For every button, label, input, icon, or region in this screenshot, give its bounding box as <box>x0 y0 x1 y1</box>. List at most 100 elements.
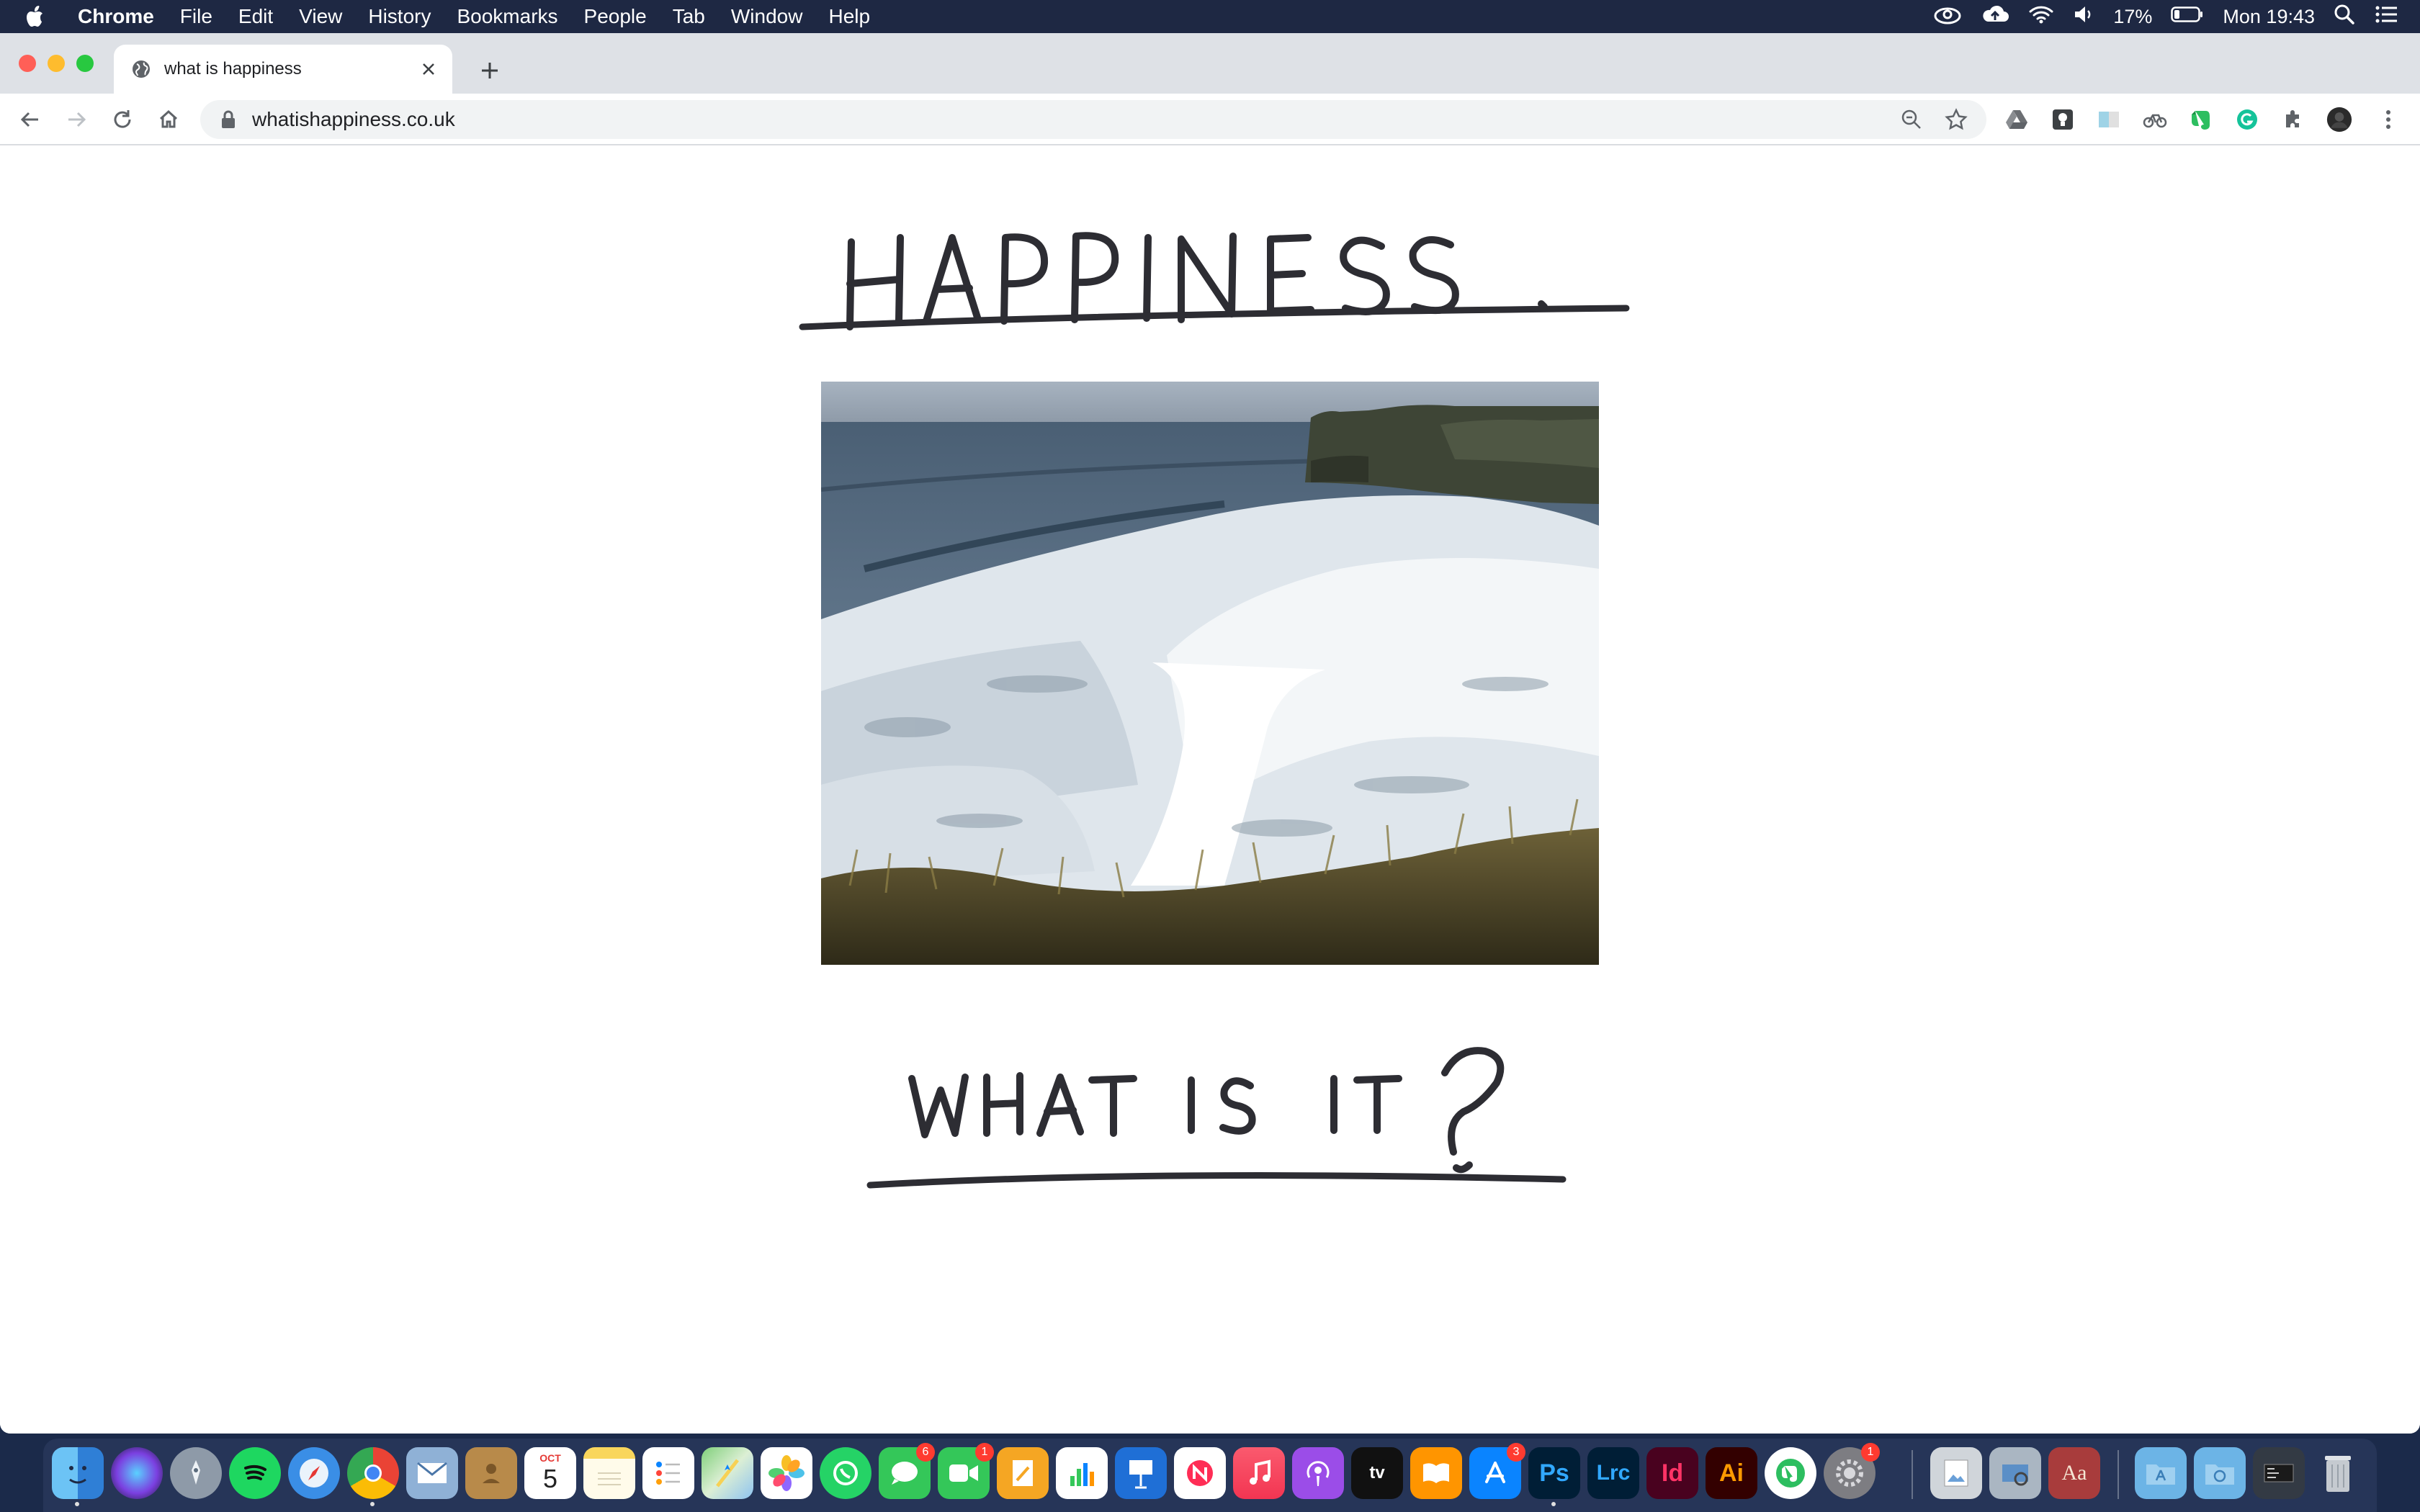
globe-icon <box>131 59 151 79</box>
dock-applications-folder-icon[interactable] <box>2135 1447 2187 1499</box>
dock-music-icon[interactable] <box>1233 1447 1285 1499</box>
minimize-window-button[interactable] <box>48 55 65 72</box>
dock-preview-icon[interactable] <box>1930 1447 1982 1499</box>
menu-bar: Chrome File Edit View History Bookmarks … <box>0 0 2420 33</box>
bookmark-star-icon[interactable] <box>1942 105 1971 134</box>
dictionary-label: Aa <box>2061 1461 2087 1485</box>
messages-badge: 6 <box>916 1443 935 1462</box>
dock-podcasts-icon[interactable] <box>1292 1447 1344 1499</box>
hero-image <box>821 382 1599 965</box>
wifi-icon[interactable] <box>2028 4 2054 30</box>
dock-reminders-icon[interactable] <box>642 1447 694 1499</box>
dock-books-icon[interactable] <box>1410 1447 1462 1499</box>
dock-downloads-folder-icon[interactable] <box>2194 1447 2246 1499</box>
dock-photoshop-icon[interactable]: Ps <box>1528 1447 1580 1506</box>
dock-lightroom-classic-icon[interactable]: Lrc <box>1587 1447 1639 1499</box>
dock-news-icon[interactable] <box>1174 1447 1226 1499</box>
dock-launchpad-icon[interactable] <box>170 1447 222 1499</box>
control-center-icon[interactable] <box>2374 4 2398 30</box>
menu-file[interactable]: File <box>180 5 212 28</box>
google-drive-icon[interactable] <box>2004 107 2030 132</box>
dock-siri-icon[interactable] <box>111 1447 163 1499</box>
menu-window[interactable]: Window <box>731 5 803 28</box>
tv-label: tv <box>1369 1463 1385 1482</box>
tab-strip: what is happiness <box>0 33 2420 94</box>
dock-mail-icon[interactable] <box>406 1447 458 1499</box>
dock-chrome-icon[interactable] <box>347 1447 399 1506</box>
page-subheading <box>857 1011 1592 1198</box>
tab-title: what is happiness <box>164 59 302 78</box>
dock-tv-icon[interactable]: tv <box>1351 1447 1403 1499</box>
menu-bookmarks[interactable]: Bookmarks <box>457 5 557 28</box>
creative-cloud-icon[interactable] <box>1933 4 1962 30</box>
system-preferences-badge: 1 <box>1861 1443 1880 1462</box>
dock-whatsapp-icon[interactable] <box>820 1447 871 1499</box>
calendar-month: OCT <box>539 1452 561 1464</box>
grammarly-icon[interactable] <box>2234 107 2260 132</box>
address-bar[interactable]: whatishappiness.co.uk <box>200 100 1986 139</box>
menu-people[interactable]: People <box>584 5 647 28</box>
what-is-it-handwritten-subtitle <box>866 1047 1567 1189</box>
dock-illustrator-icon[interactable]: Ai <box>1706 1447 1757 1499</box>
dock-app-store-icon[interactable]: 3 <box>1469 1443 1525 1499</box>
lightroom-label: Lrc <box>1596 1461 1631 1485</box>
volume-icon[interactable] <box>2073 4 2094 30</box>
dock-screenshots-stack-icon[interactable] <box>2253 1447 2305 1499</box>
dock-system-preferences-icon[interactable]: 1 <box>1824 1443 1880 1499</box>
clock[interactable]: Mon 19:43 <box>2223 6 2315 28</box>
profile-avatar-icon[interactable] <box>2326 107 2352 132</box>
dock-notes-icon[interactable] <box>583 1447 635 1499</box>
dock-spotify-icon[interactable] <box>229 1447 281 1499</box>
extensions-puzzle-icon[interactable] <box>2280 107 2306 132</box>
battery-icon[interactable] <box>2171 5 2204 28</box>
menu-edit[interactable]: Edit <box>238 5 273 28</box>
dock-messages-icon[interactable]: 6 <box>879 1443 935 1499</box>
menu-help[interactable]: Help <box>828 5 870 28</box>
dock-pages-icon[interactable] <box>997 1447 1049 1499</box>
dock-safari-icon[interactable] <box>288 1447 340 1499</box>
dock-image-capture-icon[interactable] <box>1989 1447 2041 1499</box>
home-icon[interactable] <box>154 105 183 134</box>
lightbulb-extension-icon[interactable] <box>2050 107 2076 132</box>
dock-numbers-icon[interactable] <box>1056 1447 1108 1499</box>
menu-history[interactable]: History <box>368 5 431 28</box>
tab-active[interactable]: what is happiness <box>114 45 452 94</box>
dock-indesign-icon[interactable]: Id <box>1646 1447 1698 1499</box>
evernote-icon[interactable] <box>2188 107 2214 132</box>
lock-icon[interactable] <box>220 110 236 129</box>
happiness-handwritten-title <box>799 232 1630 330</box>
image-extension-icon[interactable] <box>2096 107 2122 132</box>
url-text[interactable]: whatishappiness.co.uk <box>252 108 1897 131</box>
dock-calendar-icon[interactable]: OCT 5 <box>524 1447 576 1499</box>
back-icon[interactable] <box>16 105 45 134</box>
upload-icon[interactable] <box>1981 4 2009 30</box>
menu-view[interactable]: View <box>299 5 342 28</box>
calendar-day: 5 <box>542 1464 558 1493</box>
dock-trash-icon[interactable] <box>2312 1447 2364 1499</box>
zoom-icon[interactable] <box>1897 105 1926 134</box>
dock-facetime-icon[interactable]: 1 <box>938 1443 994 1499</box>
apple-menu-icon[interactable] <box>26 0 62 33</box>
battery-percent: 17% <box>2113 5 2153 27</box>
bike-extension-icon[interactable] <box>2142 107 2168 132</box>
menu-kebab-icon[interactable] <box>2375 107 2401 132</box>
new-tab-icon[interactable] <box>475 56 504 85</box>
dock-keynote-icon[interactable] <box>1115 1447 1167 1499</box>
dock-finder-icon[interactable] <box>52 1447 104 1506</box>
reload-icon[interactable] <box>108 105 137 134</box>
forward-icon[interactable] <box>62 105 91 134</box>
photoshop-label: Ps <box>1539 1459 1569 1487</box>
dock-contacts-icon[interactable] <box>465 1447 517 1499</box>
close-tab-icon[interactable] <box>418 58 439 80</box>
fullscreen-window-button[interactable] <box>76 55 94 72</box>
close-window-button[interactable] <box>19 55 36 72</box>
dock-dictionary-icon[interactable]: Aa <box>2048 1447 2100 1499</box>
dock: OCT 5 6 1 tv 3 Ps Lrc Id Ai 1 Aa <box>43 1439 2377 1512</box>
indesign-label: Id <box>1661 1459 1684 1487</box>
menu-app-name[interactable]: Chrome <box>78 5 154 28</box>
dock-evernote-icon[interactable] <box>1765 1447 1816 1499</box>
spotlight-icon[interactable] <box>2334 4 2355 30</box>
menu-tab[interactable]: Tab <box>673 5 705 28</box>
dock-maps-icon[interactable] <box>702 1447 753 1499</box>
dock-photos-icon[interactable] <box>761 1447 812 1499</box>
